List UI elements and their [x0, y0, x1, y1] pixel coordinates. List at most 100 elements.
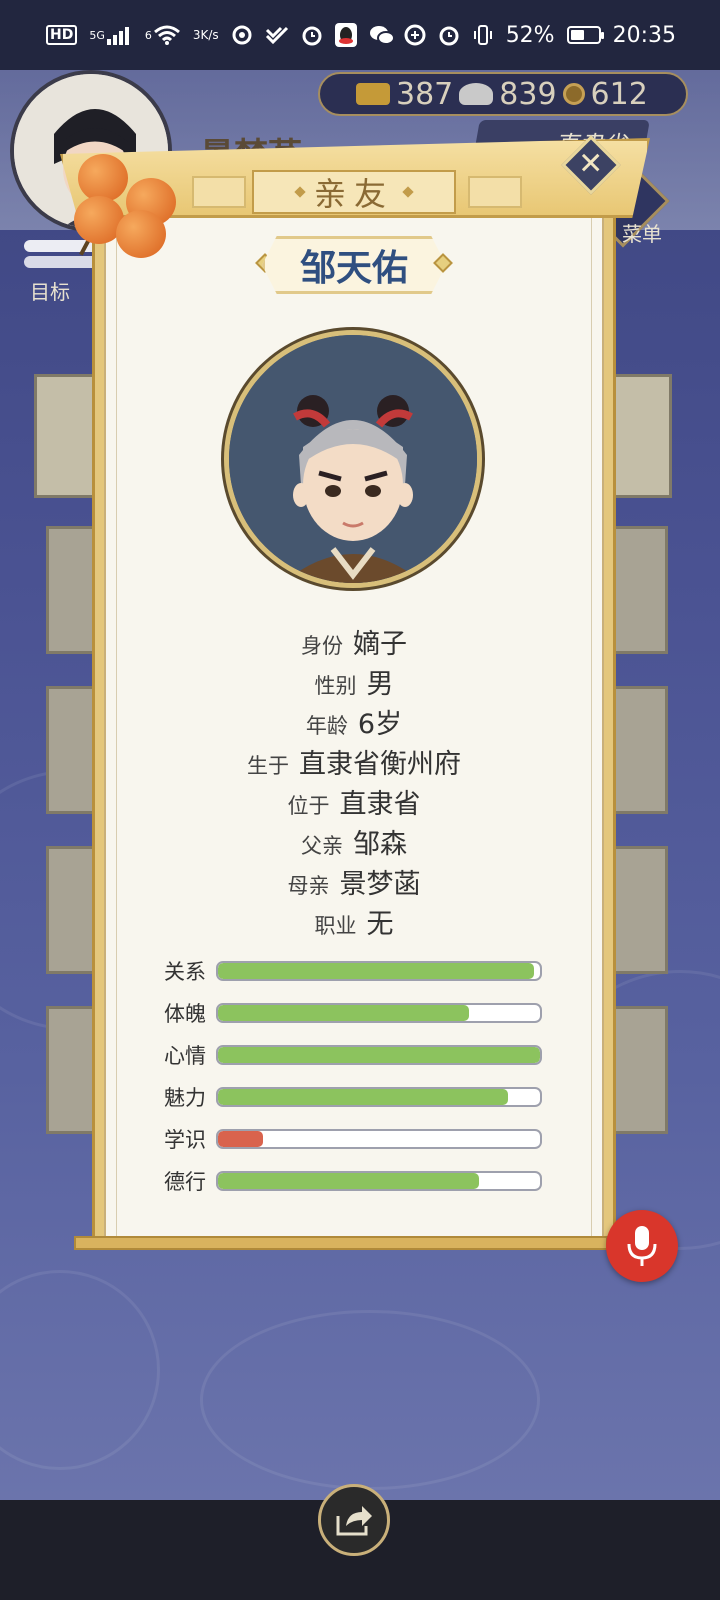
info-row: 身份 嫡子 [104, 622, 604, 662]
person-name-plate: 邹天佑 [262, 236, 446, 294]
info-value: 景梦菡 [339, 869, 421, 900]
stat-bar-fill [218, 1173, 479, 1189]
network-type: 5G [89, 28, 105, 42]
gold-ingot-icon [356, 83, 390, 105]
stat-label: 学识 [164, 1128, 206, 1152]
title-ornament [402, 186, 414, 198]
stat-row: 体魄 [164, 992, 554, 1034]
info-row: 父亲 邹森 [104, 822, 604, 862]
wifi-icon: 6 [145, 24, 181, 46]
vibrate-icon [472, 24, 494, 46]
menu-label[interactable]: 菜单 [622, 218, 662, 247]
stat-bar [216, 1045, 542, 1065]
speed-value: 3 [192, 27, 201, 42]
info-label: 母亲 [287, 874, 330, 898]
copper-amount: 612 [590, 76, 648, 112]
cellular-signal-icon: 5G [89, 25, 133, 45]
battery-level [570, 30, 585, 40]
stat-label: 心情 [164, 1044, 206, 1068]
header-side-plate [468, 176, 522, 208]
copper-coin-icon [562, 83, 585, 105]
silver-amount: 839 [499, 76, 557, 112]
silver-ingot-icon [459, 83, 494, 105]
network-speed: 3 K/s [192, 27, 219, 42]
voice-button[interactable] [606, 1210, 678, 1282]
check-app-icon [265, 24, 289, 46]
person-name: 邹天佑 [299, 248, 408, 289]
info-label: 位于 [287, 794, 330, 818]
stat-row: 德行 [164, 1160, 554, 1202]
info-label: 年龄 [305, 714, 348, 738]
stat-label: 魅力 [164, 1086, 206, 1110]
stat-bar-fill [218, 1047, 540, 1063]
wifi-badge: 6 [144, 28, 152, 42]
data-saver-icon [404, 24, 426, 46]
info-value: 嫡子 [353, 629, 407, 660]
info-label: 身份 [301, 634, 343, 658]
dialog-title: 亲友 [313, 175, 394, 213]
stat-bar [216, 1003, 542, 1023]
swirl-app-icon [231, 24, 253, 46]
alarm-icon [301, 24, 323, 46]
info-label: 职业 [314, 914, 357, 938]
stat-row: 学识 [164, 1118, 554, 1160]
side-card [608, 374, 672, 498]
person-portrait [224, 330, 482, 588]
background-swirl [200, 1310, 540, 1490]
close-icon: ✕ [578, 146, 604, 182]
stat-bar-fill [218, 1089, 508, 1105]
person-stats-list: 关系体魄心情魅力学识德行 [164, 950, 554, 1202]
stat-row: 关系 [164, 950, 554, 992]
candied-haw-icon [78, 154, 128, 202]
info-row: 性别男 [104, 662, 604, 702]
stat-bar [216, 1171, 542, 1191]
info-value: 直隶省 [339, 789, 421, 820]
clock: 20:35 [612, 22, 676, 48]
info-label: 性别 [314, 674, 357, 698]
info-row: 职业无 [104, 902, 604, 942]
info-value: 6岁 [357, 709, 403, 740]
title-ornament [294, 186, 306, 198]
info-label: 生于 [247, 754, 289, 778]
goal-label[interactable]: 目标 [30, 276, 70, 305]
status-bar: HD 5G 6 3 K/s 52% 20:35 [0, 0, 720, 70]
info-value: 直隶省衡州府 [299, 749, 461, 780]
status-bar-left: HD 5G 6 3 K/s [46, 23, 395, 47]
info-row: 母亲 景梦菡 [104, 862, 604, 902]
stat-label: 关系 [164, 960, 206, 984]
speed-unit: K/s [200, 27, 219, 42]
background-swirl [0, 1270, 160, 1470]
info-value: 邹森 [353, 829, 407, 860]
info-row: 年龄 6岁 [104, 702, 604, 742]
hd-icon: HD [46, 25, 78, 45]
dialog-scroll-bottom [74, 1236, 608, 1250]
share-button[interactable] [318, 1484, 390, 1556]
info-row: 位于 直隶省 [104, 782, 604, 822]
wechat-icon [369, 24, 395, 46]
dialog-title-plate: 亲友 [252, 170, 456, 214]
stat-bar-fill [218, 1005, 470, 1021]
info-row: 生于 直隶省衡州府 [104, 742, 604, 782]
header-side-plate [192, 176, 246, 208]
share-icon [336, 1506, 372, 1536]
stat-bar-fill [218, 1131, 264, 1147]
stat-row: 魅力 [164, 1076, 554, 1118]
info-label: 父亲 [301, 834, 343, 858]
stat-label: 体魄 [164, 1002, 206, 1026]
person-info-list: 身份 嫡子 性别男年龄 6岁 生于 直隶省衡州府 位于 直隶省 父亲 邹森 母亲 景梦菡 职业无 [104, 622, 604, 942]
stat-row: 心情 [164, 1034, 554, 1076]
status-bar-right: 52% 20:35 [404, 23, 676, 48]
battery-icon [566, 26, 604, 44]
info-value: 无 [366, 909, 394, 940]
info-value: 男 [366, 669, 394, 700]
candied-haw-icon [116, 210, 166, 258]
stat-bar [216, 961, 542, 981]
qq-icon [334, 23, 357, 47]
stat-bar [216, 1129, 542, 1149]
stat-label: 德行 [164, 1170, 206, 1194]
alarm-clock-icon [438, 24, 460, 46]
microphone-icon [627, 1226, 657, 1266]
gold-amount: 387 [396, 76, 454, 112]
stat-bar [216, 1087, 542, 1107]
currency-bar[interactable]: 387 839 612 [318, 72, 688, 116]
